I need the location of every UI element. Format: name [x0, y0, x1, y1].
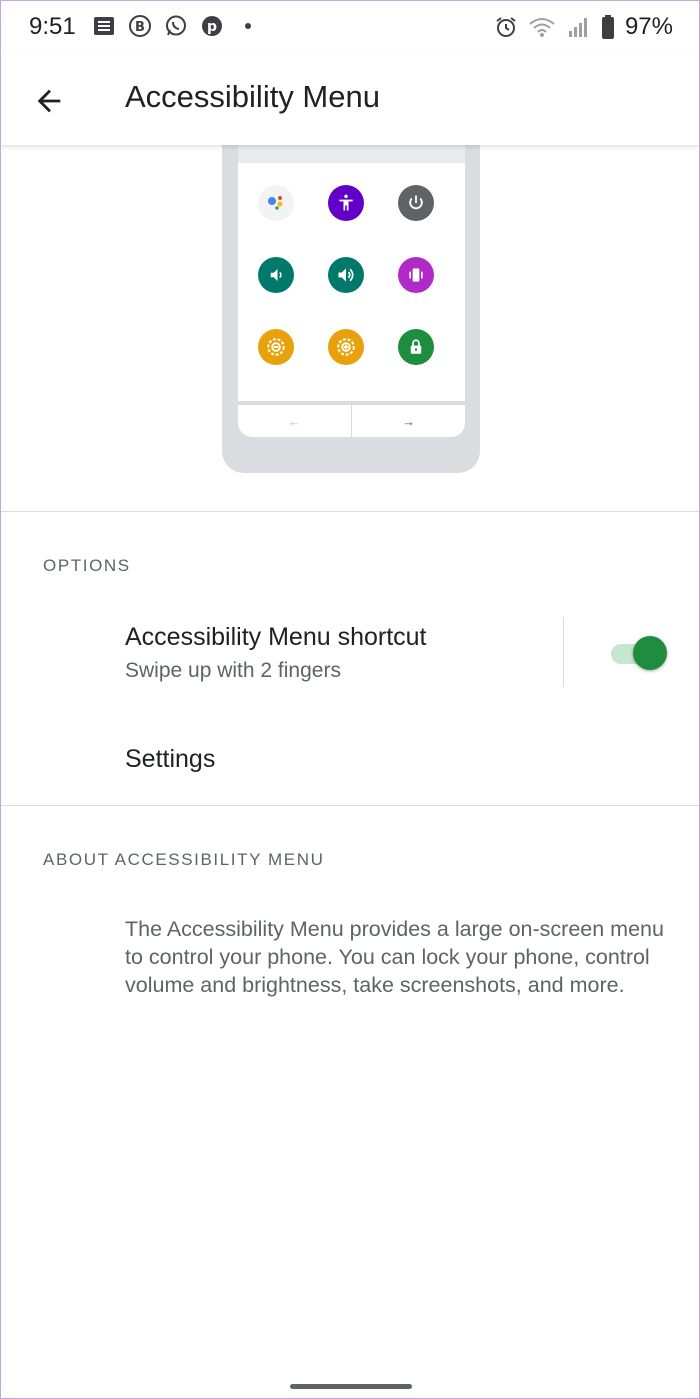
about-description: The Accessibility Menu provides a large …	[125, 917, 664, 997]
vibrate-icon	[398, 257, 434, 293]
alarm-icon	[493, 14, 519, 40]
menu-illustration: ← →	[1, 125, 699, 511]
notification-icons: B p	[91, 13, 261, 39]
menu-grid	[258, 185, 448, 365]
divider	[1, 805, 699, 806]
svg-text:B: B	[135, 20, 145, 35]
pinterest-icon: p	[199, 13, 225, 39]
phone-nav-forward: →	[402, 413, 415, 429]
volume-down-icon	[258, 257, 294, 293]
system-icons: 97%	[493, 13, 673, 41]
shortcut-title: Accessibility Menu shortcut	[125, 623, 427, 651]
wifi-icon	[529, 14, 555, 40]
arrow-back-icon	[37, 89, 61, 113]
power-icon	[398, 185, 434, 221]
signal-icon	[565, 14, 591, 40]
volume-up-icon	[328, 257, 364, 293]
svg-text:p: p	[207, 19, 217, 35]
news-icon	[91, 13, 117, 39]
shortcut-preference[interactable]: Accessibility Menu shortcut Swipe up wit…	[1, 601, 561, 701]
page-title: Accessibility Menu	[125, 79, 380, 114]
about-header: ABOUT ACCESSIBILITY MENU	[43, 850, 325, 869]
status-time: 9:51	[29, 13, 76, 40]
phone-screen	[238, 163, 465, 401]
settings-preference[interactable]: Settings	[1, 721, 699, 805]
shortcut-summary: Swipe up with 2 fingers	[125, 659, 341, 682]
dot-icon	[235, 13, 261, 39]
phone-nav-back: ←	[238, 405, 352, 437]
brightness-down-icon	[258, 329, 294, 365]
screen: 9:51 B p 97% Accessibility Menu ← → OPTI…	[0, 0, 700, 1399]
status-bar: 9:51 B p 97%	[1, 1, 699, 53]
accessibility-icon	[328, 185, 364, 221]
app-bar: Accessibility Menu	[1, 53, 699, 145]
lock-icon	[398, 329, 434, 365]
toggle-thumb	[633, 636, 667, 670]
phone-mockup: ← →	[222, 125, 480, 473]
home-indicator[interactable]	[290, 1384, 412, 1389]
battery-icon	[601, 14, 615, 40]
back-button[interactable]	[23, 75, 75, 127]
battery-percent: 97%	[624, 13, 673, 40]
whatsapp-icon	[163, 13, 189, 39]
settings-title: Settings	[125, 745, 216, 773]
brightness-up-icon	[328, 329, 364, 365]
assistant-icon	[258, 185, 294, 221]
business-icon: B	[127, 13, 153, 39]
divider	[1, 511, 699, 512]
options-header: OPTIONS	[43, 556, 131, 575]
shortcut-toggle[interactable]	[605, 635, 669, 671]
phone-nav-bar: ← →	[238, 405, 465, 437]
toggle-divider	[563, 617, 564, 687]
